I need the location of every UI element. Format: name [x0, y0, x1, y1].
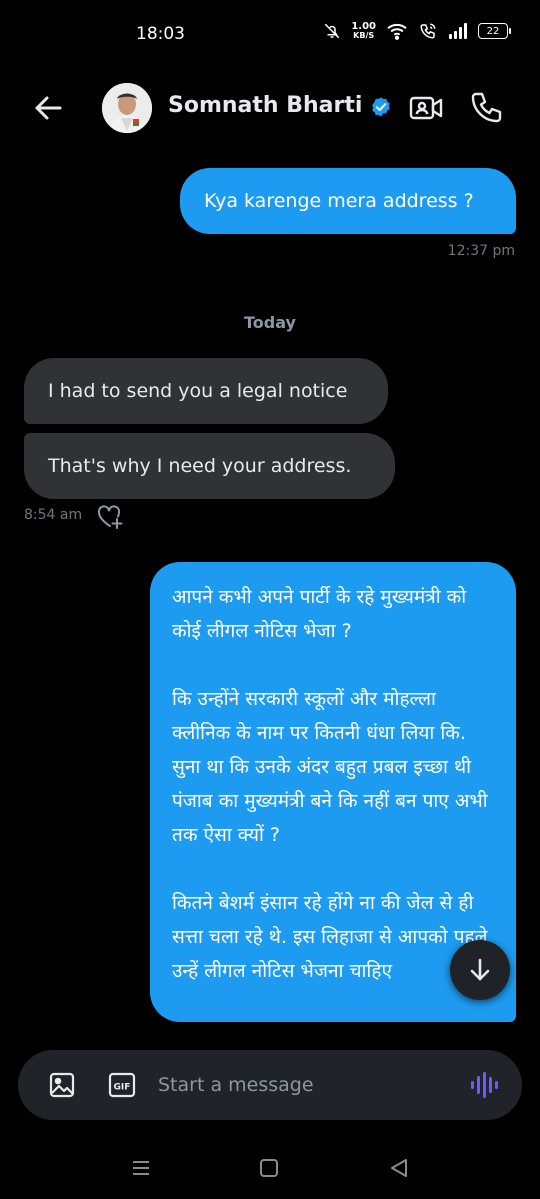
- voice-message-icon[interactable]: [468, 1069, 500, 1101]
- add-reaction-icon[interactable]: [96, 504, 124, 530]
- back-icon[interactable]: [388, 1157, 410, 1179]
- day-separator: Today: [244, 313, 296, 332]
- message-bubble-outgoing[interactable]: Kya karenge mera address ?: [180, 168, 516, 234]
- net-speed-value: 1.00: [351, 21, 376, 32]
- gif-icon[interactable]: GIF: [108, 1071, 136, 1099]
- phone-call-icon[interactable]: [468, 90, 504, 126]
- wifi-icon: [387, 23, 407, 40]
- image-icon[interactable]: [48, 1071, 76, 1099]
- status-bar: 18:03 1.00 KB/S 22: [0, 0, 540, 68]
- battery-icon: 22: [478, 23, 511, 39]
- arrow-down-icon: [470, 958, 490, 981]
- conversation-header: Somnath Bharti: [0, 76, 540, 140]
- wifi-calling-icon: [420, 23, 436, 39]
- video-call-icon[interactable]: [408, 92, 444, 124]
- message-bubble-incoming[interactable]: That's why I need your address.: [24, 433, 395, 499]
- message-timestamp: 12:37 pm: [447, 243, 515, 259]
- status-time: 18:03: [136, 24, 185, 44]
- verified-badge-icon: [372, 97, 390, 117]
- net-speed-unit: KB/S: [353, 31, 375, 40]
- recent-apps-icon[interactable]: [130, 1157, 152, 1179]
- system-navigation-bar: [0, 1140, 540, 1199]
- message-timestamp: 8:54 am: [24, 507, 83, 523]
- message-bubble-incoming[interactable]: I had to send you a legal notice: [24, 358, 388, 424]
- gif-label: GIF: [114, 1083, 131, 1093]
- net-speed: 1.00 KB/S: [351, 21, 376, 41]
- avatar[interactable]: [102, 83, 152, 133]
- message-composer: GIF: [18, 1050, 522, 1120]
- back-arrow-icon[interactable]: [30, 90, 66, 126]
- message-paragraph: कि उन्होंने सरकारी स्कूलों और मोहल्ला क्…: [172, 688, 488, 846]
- status-icons: 1.00 KB/S 22: [323, 21, 511, 41]
- contact-name[interactable]: Somnath Bharti: [168, 93, 362, 118]
- home-icon[interactable]: [259, 1157, 279, 1179]
- avatar-image: [102, 83, 152, 133]
- message-paragraph: कितने बेशर्म इंसान रहे होंगे ना की जेल स…: [172, 892, 488, 982]
- mute-icon: [325, 23, 340, 39]
- message-paragraph: आपने कभी अपने पार्टी के रहे मुख्यमंत्री …: [172, 586, 467, 642]
- signal-icon: [449, 23, 467, 39]
- message-input[interactable]: [158, 1068, 458, 1102]
- scroll-to-bottom-button[interactable]: [450, 940, 510, 1000]
